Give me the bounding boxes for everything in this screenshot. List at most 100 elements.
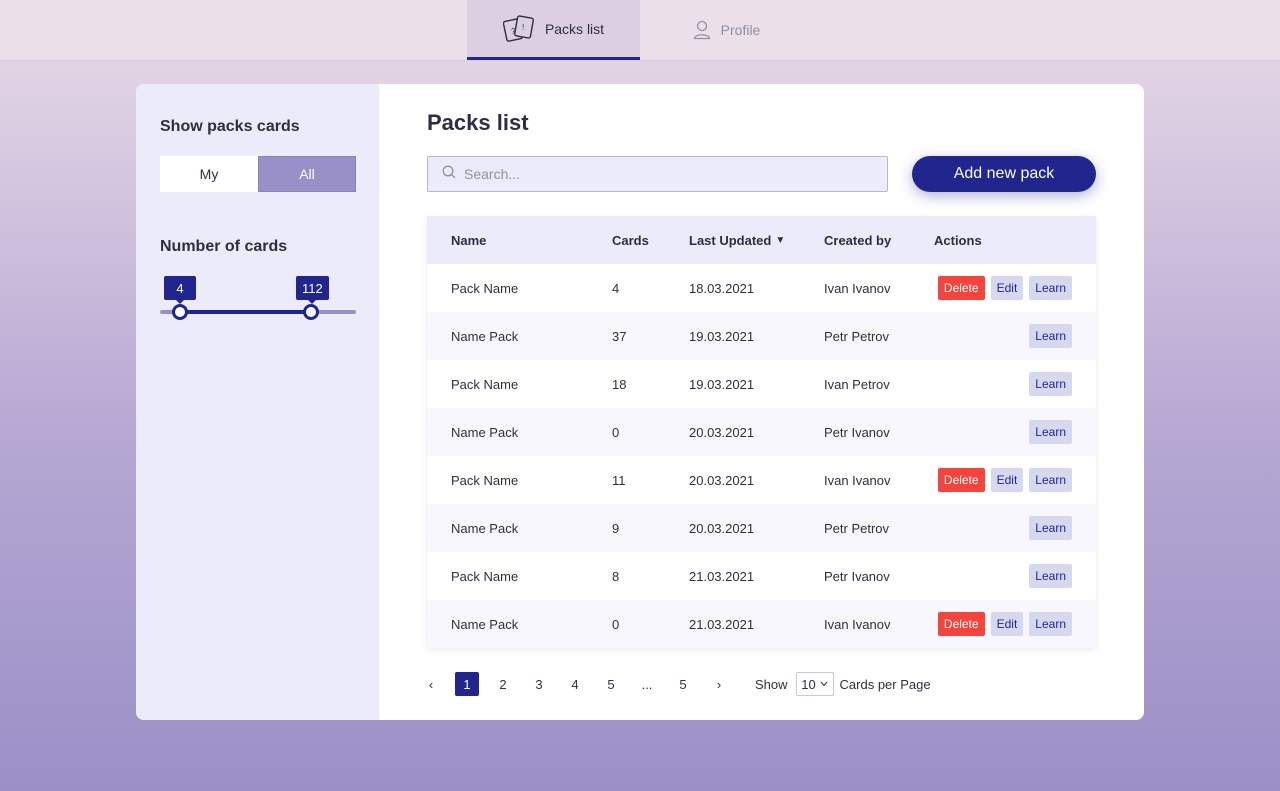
search-box <box>427 156 888 192</box>
table-row: Pack Name 18 19.03.2021 Ivan Petrov Learn <box>427 360 1096 408</box>
cell-name: Name Pack <box>451 520 519 536</box>
prev-page-button[interactable]: ‹ <box>419 672 443 696</box>
cell-created-by: Petr Petrov <box>824 520 890 536</box>
table-row: Pack Name 11 20.03.2021 Ivan Ivanov Delete Ed… <box>427 456 1096 504</box>
add-new-pack-button[interactable]: Add new pack <box>912 156 1096 192</box>
tab-profile[interactable]: Profile <box>640 0 813 60</box>
sort-desc-icon: ▼ <box>775 234 786 246</box>
main-card: Show packs cards My All Number of cards … <box>136 84 1144 720</box>
toggle-all-button[interactable]: All <box>258 156 356 192</box>
top-nav: ? ! Packs list Profile <box>0 0 1280 60</box>
cell-created-by: Ivan Ivanov <box>824 472 891 488</box>
table-row: Pack Name 4 18.03.2021 Ivan Ivanov Delete Edi… <box>427 264 1096 312</box>
per-page-suffix: Cards per Page <box>839 676 931 692</box>
table-row: Name Pack 0 20.03.2021 Petr Ivanov Learn <box>427 408 1096 456</box>
row-actions: Learn <box>1029 312 1072 360</box>
cell-created-by: Ivan Ivanov <box>824 616 891 632</box>
range-fill <box>180 310 311 314</box>
cell-cards: 9 <box>612 520 620 536</box>
next-page-button[interactable]: › <box>707 672 731 696</box>
cell-name: Pack Name <box>451 472 519 488</box>
learn-button[interactable]: Learn <box>1029 372 1072 396</box>
column-header-name[interactable]: Name <box>451 216 486 264</box>
cell-last-updated: 21.03.2021 <box>689 616 755 632</box>
learn-button[interactable]: Learn <box>1029 324 1072 348</box>
tab-label: Profile <box>720 22 761 38</box>
cell-last-updated: 18.03.2021 <box>689 280 755 296</box>
search-icon <box>442 165 456 184</box>
page-button[interactable]: 5 <box>671 672 695 696</box>
svg-text:?: ? <box>511 27 516 36</box>
search-input[interactable] <box>464 166 864 182</box>
row-actions: Learn <box>1029 408 1072 456</box>
cell-name: Pack Name <box>451 280 519 296</box>
table-body: Pack Name 4 18.03.2021 Ivan Ivanov Delete Edi… <box>427 264 1096 648</box>
edit-button[interactable]: Edit <box>990 468 1024 492</box>
cell-last-updated: 19.03.2021 <box>689 328 755 344</box>
edit-button[interactable]: Edit <box>990 276 1024 300</box>
edit-button[interactable]: Edit <box>990 612 1024 636</box>
cell-cards: 11 <box>612 472 626 488</box>
cell-created-by: Ivan Petrov <box>824 376 890 392</box>
show-label: Show <box>755 676 788 692</box>
cell-created-by: Petr Petrov <box>824 328 890 344</box>
cell-created-by: Petr Ivanov <box>824 568 890 584</box>
page-button[interactable]: 1 <box>455 672 479 696</box>
filters-sidebar: Show packs cards My All Number of cards … <box>136 84 379 720</box>
delete-button[interactable]: Delete <box>937 468 985 492</box>
learn-button[interactable]: Learn <box>1029 564 1072 588</box>
column-header-last-updated-label: Last Updated <box>689 232 772 248</box>
table-row: Name Pack 37 19.03.2021 Petr Petrov Learn <box>427 312 1096 360</box>
cell-last-updated: 21.03.2021 <box>689 568 755 584</box>
page-button[interactable]: 4 <box>563 672 587 696</box>
cell-cards: 0 <box>612 424 620 440</box>
learn-button[interactable]: Learn <box>1029 468 1072 492</box>
per-page-select[interactable]: 10 <box>795 672 834 696</box>
table-header: Name Cards Last Updated ▼ Created by Act… <box>427 216 1096 264</box>
cell-name: Name Pack <box>451 328 519 344</box>
owner-toggle: My All <box>160 156 356 192</box>
row-actions: Learn <box>1029 552 1072 600</box>
range-min-thumb[interactable] <box>172 304 188 320</box>
table-row: Name Pack 0 21.03.2021 Ivan Ivanov Delete Edi… <box>427 600 1096 648</box>
cell-last-updated: 20.03.2021 <box>689 472 755 488</box>
cell-cards: 4 <box>612 280 620 296</box>
learn-button[interactable]: Learn <box>1029 420 1072 444</box>
cell-created-by: Petr Ivanov <box>824 424 890 440</box>
cell-cards: 8 <box>612 568 620 584</box>
chevron-down-icon <box>820 681 828 687</box>
svg-text:!: ! <box>522 23 524 32</box>
delete-button[interactable]: Delete <box>937 612 985 636</box>
cell-cards: 18 <box>612 376 627 392</box>
tab-label: Packs list <box>544 20 605 37</box>
cell-created-by: Ivan Ivanov <box>824 280 891 296</box>
range-max-thumb[interactable] <box>303 304 319 320</box>
cell-name: Pack Name <box>451 376 519 392</box>
toggle-my-button[interactable]: My <box>160 156 258 192</box>
cell-cards: 0 <box>612 616 620 632</box>
cell-last-updated: 20.03.2021 <box>689 520 755 536</box>
cell-name: Pack Name <box>451 568 519 584</box>
learn-button[interactable]: Learn <box>1029 516 1072 540</box>
row-actions: Learn <box>1029 504 1072 552</box>
column-header-last-updated[interactable]: Last Updated ▼ <box>689 216 785 264</box>
range-min-label: 4 <box>164 276 196 304</box>
number-of-cards-title: Number of cards <box>160 238 288 255</box>
row-actions: Learn <box>1029 360 1072 408</box>
learn-button[interactable]: Learn <box>1029 276 1072 300</box>
pagination: ‹ 1 2 3 4 5... 5 › Show 10 Cards per Page <box>419 672 931 696</box>
show-packs-title: Show packs cards <box>160 118 300 135</box>
page-button[interactable]: 3 <box>527 672 551 696</box>
tab-packs-list[interactable]: ? ! Packs list <box>467 0 640 60</box>
learn-button[interactable]: Learn <box>1029 612 1072 636</box>
page-button[interactable]: 5 <box>599 672 623 696</box>
per-page-value: 10 <box>801 676 816 692</box>
packs-table: Name Cards Last Updated ▼ Created by Act… <box>427 216 1096 648</box>
table-row: Name Pack 9 20.03.2021 Petr Petrov Learn <box>427 504 1096 552</box>
page-button[interactable]: 2 <box>491 672 515 696</box>
page-list: 1 2 3 4 5... 5 <box>455 672 707 696</box>
column-header-cards[interactable]: Cards <box>612 216 649 264</box>
column-header-actions: Actions <box>934 232 982 248</box>
column-header-created-by[interactable]: Created by <box>824 216 891 264</box>
delete-button[interactable]: Delete <box>937 276 985 300</box>
